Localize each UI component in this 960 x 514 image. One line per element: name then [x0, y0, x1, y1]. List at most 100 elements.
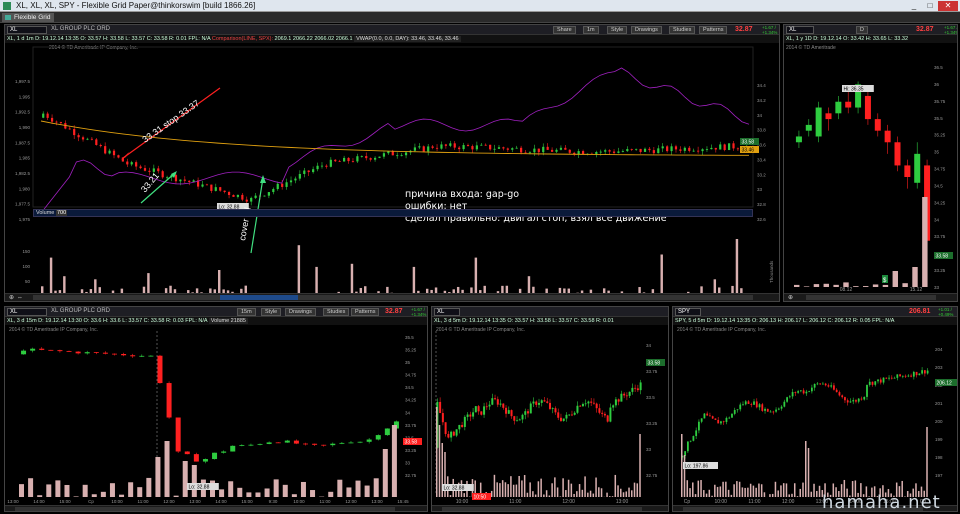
- candle-body: [584, 403, 587, 405]
- patterns-button[interactable]: Patterns: [351, 308, 380, 316]
- volume-bar: [576, 491, 578, 497]
- scroll-track[interactable]: [15, 507, 395, 511]
- style-button[interactable]: Style: [261, 308, 282, 316]
- candle-body: [466, 414, 469, 417]
- last-price: 32.87: [916, 26, 934, 33]
- symbol-input[interactable]: XL: [434, 308, 460, 316]
- intraday-15m-chart[interactable]: 35.535.253534.7534.534.253433.7533.533.2…: [5, 325, 428, 505]
- scroll-thumb[interactable]: [220, 295, 298, 300]
- y-left-tick-label: 1,992.5: [15, 110, 31, 115]
- volume-bar: [683, 455, 686, 497]
- candle-body: [576, 405, 579, 413]
- patterns-button[interactable]: Patterns: [699, 26, 728, 34]
- studies-button[interactable]: Studies: [669, 26, 696, 34]
- volume-bar: [581, 489, 584, 497]
- period-button[interactable]: 15m: [237, 308, 256, 316]
- volume-bar: [328, 491, 334, 497]
- drawings-button[interactable]: Drawings: [631, 26, 662, 34]
- symbol-input[interactable]: XL: [7, 26, 47, 34]
- tab-flexible-grid[interactable]: Flexible Grid: [2, 13, 55, 22]
- candle-body: [797, 391, 800, 393]
- y-tick-label: 33: [934, 285, 940, 290]
- window-title-bar[interactable]: XL, XL, XL, SPY - Flexible Grid Paper@th…: [0, 0, 960, 12]
- volume-bar: [802, 482, 804, 497]
- candle-body: [648, 148, 651, 151]
- candle-body: [739, 404, 742, 410]
- share-button[interactable]: Share: [553, 26, 576, 34]
- candle-body: [926, 370, 929, 374]
- y-left-tick-label: 1,990: [19, 125, 31, 130]
- zoom-icon[interactable]: ⊕: [9, 295, 14, 301]
- candle-body: [599, 151, 602, 153]
- candle-body: [294, 178, 297, 181]
- intraday-5m-chart[interactable]: 34 33.75 33.5 33.25 33 32.75 Lo: 32.88 33.58 10:…: [432, 325, 669, 505]
- volume-bar: [681, 434, 683, 497]
- candle-body: [466, 145, 470, 147]
- style-button[interactable]: Style: [607, 26, 628, 34]
- y-tick-label: 197: [935, 473, 943, 478]
- zoom-icon[interactable]: ⊕: [788, 295, 793, 301]
- main-chart-scrollbar[interactable]: ⊕ ⇔: [5, 293, 779, 301]
- candle-body: [700, 418, 703, 422]
- intraday-5m-scrollbar[interactable]: [432, 505, 668, 511]
- period-button[interactable]: 1m: [583, 26, 599, 34]
- candle-body: [538, 402, 540, 405]
- candle-body: [348, 442, 354, 444]
- volume-bar: [570, 483, 573, 497]
- y-left-tick-label: 1,982.5: [15, 171, 31, 176]
- volume-bar: [505, 285, 509, 293]
- scroll-track[interactable]: [806, 295, 936, 300]
- candle-body: [705, 149, 709, 150]
- study-info-line: XL, 3 d 15m D: 19.12.14 13:30 O: 33.6 H:…: [5, 317, 427, 325]
- maximize-button[interactable]: □: [922, 1, 938, 11]
- volume-bar: [803, 286, 810, 287]
- fit-icon[interactable]: ⇔: [17, 295, 23, 301]
- candle-body: [877, 379, 879, 382]
- candle-body: [135, 162, 138, 167]
- volume-header: Volume 700: [33, 209, 753, 217]
- time-tick-label: 12:00: [163, 499, 175, 504]
- candle-body: [117, 155, 120, 158]
- close-button[interactable]: ✕: [938, 1, 958, 11]
- intraday-15m-scrollbar[interactable]: [5, 505, 427, 511]
- volume-bar: [64, 484, 70, 497]
- symbol-input[interactable]: XL: [786, 26, 814, 34]
- volume-bar: [501, 480, 504, 497]
- scroll-track[interactable]: [33, 295, 753, 300]
- spy-price-chart[interactable]: 204203202201200199198197Lo: 197.86206.12…: [673, 325, 958, 505]
- candle-body: [907, 375, 910, 377]
- volume-bar: [518, 475, 520, 497]
- main-price-chart[interactable]: 1,997.5 1,995 1,992.5 1,990 1,987.5 1,985 1,98…: [5, 43, 780, 293]
- volume-bar: [219, 489, 225, 497]
- candle-body: [808, 391, 811, 393]
- candle-body: [68, 128, 71, 130]
- candle-body: [48, 349, 54, 351]
- candle-body: [166, 383, 172, 418]
- period-button[interactable]: D: [856, 26, 868, 34]
- daily-chart-scrollbar[interactable]: ⊕: [784, 293, 957, 301]
- scroll-track[interactable]: [442, 507, 642, 511]
- symbol-input[interactable]: XL: [7, 308, 47, 316]
- candle-body: [542, 146, 545, 153]
- y-tick-label: 33.25: [934, 268, 946, 273]
- volume-bar: [527, 276, 531, 293]
- studies-button[interactable]: Studies: [323, 308, 350, 316]
- volume-bar: [526, 492, 529, 497]
- drawings-button[interactable]: Drawings: [285, 308, 316, 316]
- candle-body: [884, 130, 891, 143]
- minimize-button[interactable]: _: [906, 1, 922, 11]
- volume-bar: [282, 484, 288, 497]
- volume-bar: [796, 496, 799, 497]
- candle-body: [193, 454, 199, 462]
- daily-price-chart[interactable]: 36.5 36 35.75 35.5 35.25 35 34.75 34.5 34.25 34 33…: [784, 43, 958, 293]
- candle-body: [568, 149, 571, 153]
- comparison-label: Comparison(LINE, SPX):: [211, 36, 273, 42]
- volume-bar: [694, 494, 697, 497]
- intraday-5m-header: XL: [432, 307, 668, 317]
- volume-bar: [733, 484, 735, 497]
- y-left-tick-label: 1,975: [19, 217, 31, 222]
- symbol-input[interactable]: SPY: [675, 308, 701, 316]
- volume-bar: [727, 489, 730, 497]
- volume-bar: [578, 484, 581, 497]
- candle-body: [695, 430, 698, 437]
